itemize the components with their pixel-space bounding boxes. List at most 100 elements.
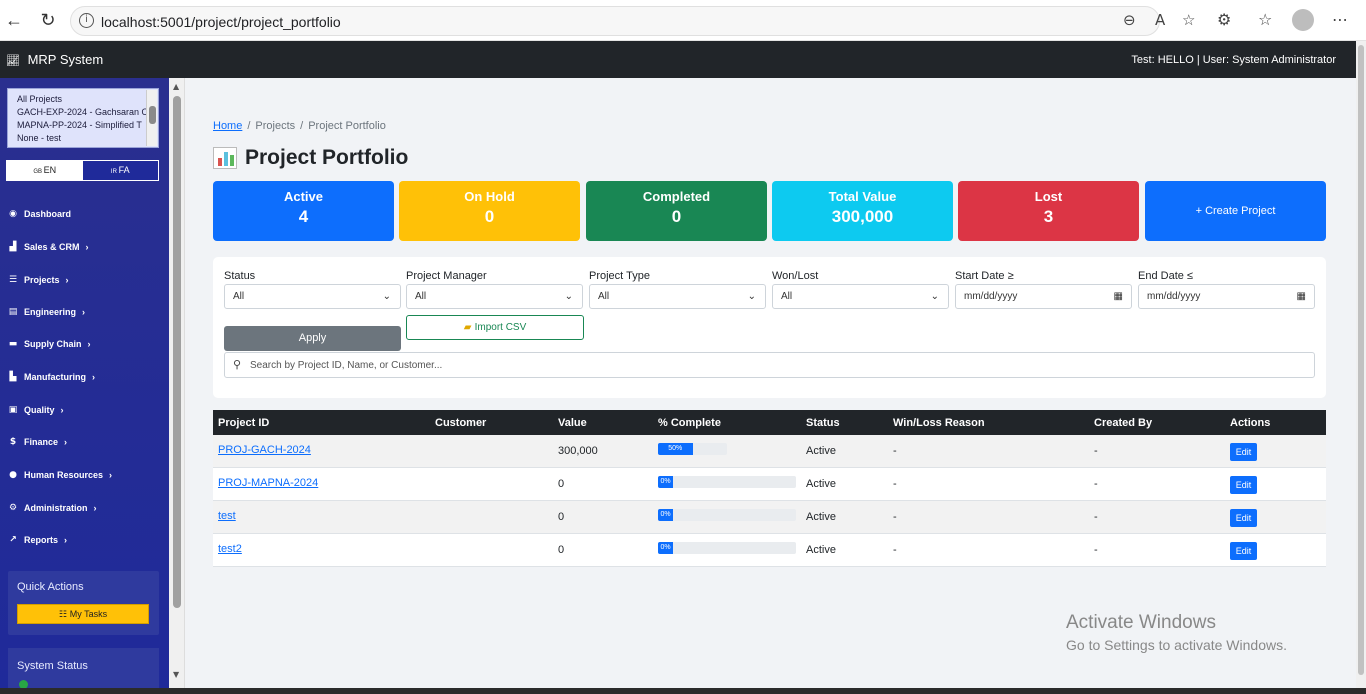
status-filter-select[interactable]: All ⌄ bbox=[224, 284, 401, 309]
sidebar-item-administration[interactable]: ⚙ Administration › bbox=[8, 503, 97, 513]
edit-button[interactable]: Edit bbox=[1230, 509, 1257, 527]
site-info-icon[interactable]: i bbox=[79, 13, 94, 28]
chevron-right-icon: › bbox=[85, 242, 89, 252]
search-input[interactable]: ⚲ Search by Project ID, Name, or Custome… bbox=[224, 352, 1315, 378]
quick-actions-title: Quick Actions bbox=[17, 581, 84, 593]
favorite-icon[interactable]: ☆ bbox=[1182, 11, 1195, 29]
my-tasks-button[interactable]: ☷ My Tasks bbox=[17, 604, 149, 624]
column-header[interactable]: Created By bbox=[1094, 417, 1152, 429]
stat-card-completed[interactable]: Completed 0 bbox=[586, 181, 767, 241]
sidebar-item-engineering[interactable]: ▤ Engineering › bbox=[8, 307, 85, 317]
project-id-link[interactable]: PROJ-MAPNA-2024 bbox=[218, 477, 318, 489]
chevron-right-icon: › bbox=[109, 470, 113, 480]
status-cell: Active bbox=[806, 544, 836, 556]
status-cell: Active bbox=[806, 511, 836, 523]
sidebar-item-reports[interactable]: ↗ Reports › bbox=[8, 535, 67, 545]
more-icon[interactable]: ⋯ bbox=[1332, 10, 1348, 29]
project-option[interactable]: GACH-EXP-2024 - Gachsaran O bbox=[8, 106, 158, 119]
reason-cell: - bbox=[893, 478, 897, 490]
column-header[interactable]: Customer bbox=[435, 417, 486, 429]
address-bar[interactable]: i localhost:5001/project/project_portfol… bbox=[70, 6, 1195, 36]
page-title: Project Portfolio bbox=[213, 146, 408, 170]
quick-actions-panel: Quick Actions ☷ My Tasks bbox=[8, 571, 159, 635]
stat-label: Active bbox=[283, 189, 324, 204]
chevron-right-icon: › bbox=[64, 535, 68, 545]
tasks-icon: ☷ bbox=[58, 610, 70, 620]
start-date-input[interactable]: mm/dd/yyyy ▦ bbox=[955, 284, 1132, 309]
project-id-link[interactable]: test2 bbox=[218, 543, 242, 555]
back-icon[interactable]: ← bbox=[2, 8, 26, 32]
breadcrumb-home-link[interactable]: Home bbox=[213, 120, 242, 132]
progress-bar: 0% bbox=[658, 542, 796, 554]
url-text: localhost:5001/project/project_portfolio bbox=[101, 14, 341, 30]
column-header[interactable]: % Complete bbox=[658, 417, 721, 429]
scrollbar-thumb[interactable] bbox=[173, 96, 181, 608]
lang-fa-button[interactable]: IR FA bbox=[82, 161, 158, 180]
read-aloud-icon[interactable]: A bbox=[1155, 11, 1165, 29]
sidebar-item-quality[interactable]: ▣ Quality › bbox=[8, 405, 64, 415]
end-date-input[interactable]: mm/dd/yyyy ▦ bbox=[1138, 284, 1315, 309]
sidebar-item-projects[interactable]: ☰ Projects › bbox=[8, 275, 69, 285]
project-option[interactable]: All Projects bbox=[8, 93, 158, 106]
column-header[interactable]: Win/Loss Reason bbox=[893, 417, 985, 429]
project-selector-scrollbar[interactable] bbox=[146, 90, 157, 146]
stat-card-total-value[interactable]: Total Value 300,000 bbox=[772, 181, 953, 241]
calendar-icon[interactable]: ▦ bbox=[1297, 285, 1306, 308]
sidebar-item-hr[interactable]: ● Human Resources › bbox=[8, 470, 112, 480]
breadcrumb: Home / Projects / Project Portfolio bbox=[213, 120, 386, 132]
apply-button[interactable]: Apply bbox=[224, 326, 401, 351]
value-cell: 0 bbox=[558, 511, 565, 523]
column-header[interactable]: Value bbox=[558, 417, 587, 429]
project-option[interactable]: None - test bbox=[8, 132, 158, 145]
progress-bar: 0% bbox=[658, 476, 796, 488]
progress-fill: 0% bbox=[658, 542, 673, 554]
reload-icon[interactable]: ↻ bbox=[36, 8, 60, 32]
create-project-button[interactable]: + Create Project bbox=[1145, 181, 1326, 241]
profile-avatar[interactable] bbox=[1292, 9, 1314, 31]
type-filter-select[interactable]: All ⌄ bbox=[589, 284, 766, 309]
project-selector[interactable]: All Projects GACH-EXP-2024 - Gachsaran O… bbox=[7, 88, 159, 148]
app-navbar: 📈︎ MRP System Test: HELLO | User: System… bbox=[0, 41, 1356, 78]
column-header[interactable]: Project ID bbox=[218, 417, 269, 429]
stat-card-lost[interactable]: Lost 3 bbox=[958, 181, 1139, 241]
calendar-icon[interactable]: ▦ bbox=[1114, 285, 1123, 308]
status-cell: Active bbox=[806, 445, 836, 457]
chevron-down-icon: ⌄ bbox=[930, 291, 939, 302]
sidebar-item-finance[interactable]: $ Finance › bbox=[8, 437, 67, 447]
zoom-icon[interactable]: ⊖ bbox=[1123, 11, 1136, 29]
projects-table: Project ID Customer Value % Complete Sta… bbox=[213, 410, 1326, 567]
scroll-up-icon[interactable]: ▲ bbox=[173, 82, 179, 91]
window-scrollbar[interactable] bbox=[1356, 41, 1366, 694]
table-row: test2 0 0% Active - - Edit bbox=[213, 534, 1326, 567]
extensions-icon[interactable]: ⚙ bbox=[1217, 10, 1231, 29]
stat-label: Completed bbox=[642, 189, 711, 204]
scroll-down-icon[interactable]: ▼ bbox=[173, 670, 179, 679]
sidebar-item-supply-chain[interactable]: ▬ Supply Chain › bbox=[8, 339, 91, 349]
manager-filter-select[interactable]: All ⌄ bbox=[406, 284, 583, 309]
value-cell: 0 bbox=[558, 544, 565, 556]
start-date-label: Start Date ≥ bbox=[955, 270, 1014, 282]
wonlost-filter-select[interactable]: All ⌄ bbox=[772, 284, 949, 309]
app-brand[interactable]: 📈︎ MRP System bbox=[6, 52, 103, 67]
stat-card-on-hold[interactable]: On Hold 0 bbox=[399, 181, 580, 241]
windows-activation-watermark: Activate Windows Go to Settings to activ… bbox=[1066, 612, 1287, 653]
import-csv-button[interactable]: ▰ Import CSV bbox=[406, 315, 584, 340]
sidebar-item-sales[interactable]: ▟ Sales & CRM › bbox=[8, 242, 89, 252]
favorites-icon[interactable]: ☆ bbox=[1258, 10, 1272, 29]
sidebar-item-dashboard[interactable]: ◉ Dashboard bbox=[8, 209, 71, 219]
project-option[interactable]: MAPNA-PP-2024 - Simplified T bbox=[8, 119, 158, 132]
stat-card-active[interactable]: Active 4 bbox=[213, 181, 394, 241]
column-header[interactable]: Status bbox=[806, 417, 840, 429]
dollar-icon: $ bbox=[9, 437, 17, 447]
sidebar-scrollbar[interactable]: ▲ ▼ bbox=[169, 78, 185, 694]
sidebar-item-manufacturing[interactable]: ▙ Manufacturing › bbox=[8, 372, 95, 382]
manager-filter-label: Project Manager bbox=[406, 270, 487, 282]
people-icon: ● bbox=[9, 470, 17, 480]
edit-button[interactable]: Edit bbox=[1230, 443, 1257, 461]
edit-button[interactable]: Edit bbox=[1230, 476, 1257, 494]
language-toggle: GB EN IR FA bbox=[6, 160, 159, 181]
lang-en-button[interactable]: GB EN bbox=[7, 161, 83, 180]
project-id-link[interactable]: PROJ-GACH-2024 bbox=[218, 444, 311, 456]
project-id-link[interactable]: test bbox=[218, 510, 236, 522]
edit-button[interactable]: Edit bbox=[1230, 542, 1257, 560]
